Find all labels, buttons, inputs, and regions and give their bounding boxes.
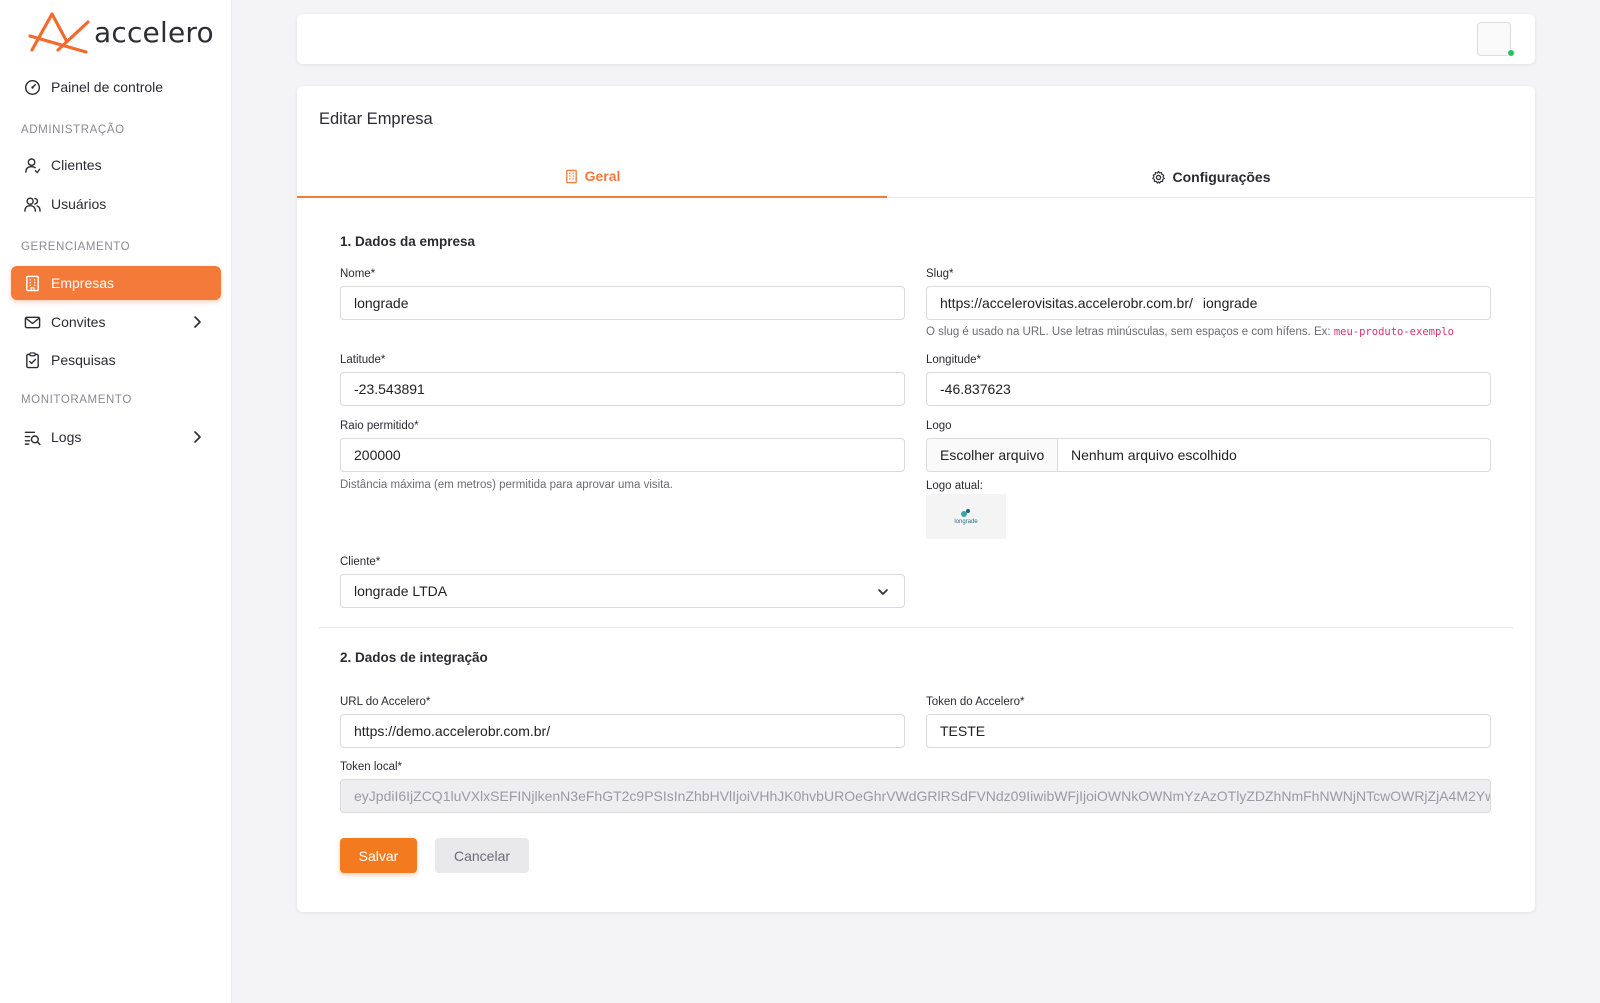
cliente-selected-value: longrade LTDA <box>354 583 448 599</box>
online-status-indicator <box>1507 49 1515 57</box>
chevron-down-icon <box>878 589 888 595</box>
brand-name: accelero <box>94 15 214 49</box>
raio-label: Raio permitido* <box>340 420 419 432</box>
cliente-select[interactable]: longrade LTDA <box>340 574 905 608</box>
page-title: Editar Empresa <box>319 110 433 128</box>
sidebar-item-label: Clientes <box>51 157 102 173</box>
tab-label: Geral <box>584 168 621 184</box>
sidebar-item-convites[interactable]: Convites <box>11 305 221 339</box>
company-logo-text: longrade <box>954 519 978 525</box>
section-title-dados-empresa: 1. Dados da empresa <box>340 234 476 249</box>
sidebar-item-label: Logs <box>51 429 82 445</box>
section-label-monitoramento: MONITORAMENTO <box>21 394 132 406</box>
slug-help-message: O slug é usado na URL. Use letras minúsc… <box>926 326 1331 338</box>
slug-input[interactable]: https://accelerovisitas.accelerobr.com.b… <box>926 286 1491 320</box>
sidebar-item-usuarios[interactable]: Usuários <box>11 187 221 221</box>
gear-icon <box>1152 170 1166 184</box>
latitude-input[interactable]: -23.543891 <box>340 372 905 406</box>
slug-value: iongrade <box>1202 295 1258 311</box>
mail-icon <box>23 313 41 331</box>
sidebar-item-empresas[interactable]: Empresas <box>11 266 221 300</box>
section-divider <box>319 627 1513 628</box>
sidebar-item-logs[interactable]: Logs <box>11 420 221 454</box>
company-logo-mark <box>961 509 970 517</box>
sidebar: accelero Painel de controle ADMINISTRAÇÃ… <box>0 0 232 1003</box>
section-label-gerenciamento: GERENCIAMENTO <box>21 241 131 253</box>
tab-label: Configurações <box>1172 169 1271 185</box>
user-icon <box>23 156 41 174</box>
save-button[interactable]: Salvar <box>340 838 417 873</box>
cliente-label: Cliente* <box>340 556 381 568</box>
sidebar-item-label: Convites <box>51 314 106 330</box>
token-local-input: eyJpdiI6IjZCQ1luVXlxSEFINjlkenN3eFhGT2c9… <box>340 779 1491 813</box>
gauge-icon <box>23 78 41 96</box>
longitude-label: Longitude* <box>926 354 981 366</box>
tab-configuracoes[interactable]: Configurações <box>887 156 1535 198</box>
section-label-administracao: ADMINISTRAÇÃO <box>21 124 125 136</box>
url-accelero-input[interactable]: https://demo.accelerobr.com.br/ <box>340 714 905 748</box>
token-accelero-input[interactable]: TESTE <box>926 714 1491 748</box>
latitude-label: Latitude* <box>340 354 386 366</box>
topbar <box>297 14 1535 64</box>
accelero-logo[interactable]: accelero <box>28 10 214 54</box>
logo-label: Logo <box>926 420 952 432</box>
tab-geral[interactable]: Geral <box>297 156 887 198</box>
current-logo-label: Logo atual: <box>926 480 983 492</box>
longitude-input[interactable]: -46.837623 <box>926 372 1491 406</box>
sidebar-item-clientes[interactable]: Clientes <box>11 148 221 182</box>
user-avatar[interactable] <box>1477 22 1511 56</box>
sidebar-item-label: Usuários <box>51 196 107 212</box>
chevron-right-icon <box>194 431 201 443</box>
raio-help-text: Distância máxima (em metros) permitida p… <box>340 479 673 491</box>
sidebar-item-label: Painel de controle <box>51 79 164 95</box>
nome-input[interactable]: longrade <box>340 286 905 320</box>
sidebar-item-label: Empresas <box>51 275 115 291</box>
building-icon <box>23 274 41 292</box>
log-search-icon <box>23 428 41 446</box>
slug-label: Slug* <box>926 268 954 280</box>
building-icon <box>565 169 577 183</box>
choose-file-button[interactable]: Escolher arquivo <box>927 439 1058 471</box>
sidebar-item-dashboard[interactable]: Painel de controle <box>11 70 221 104</box>
chevron-right-icon <box>194 316 201 328</box>
section-title-dados-integracao: 2. Dados de integração <box>340 650 488 665</box>
token-accelero-label: Token do Accelero* <box>926 696 1025 708</box>
current-logo-image: longrade <box>926 494 1006 539</box>
users-icon <box>23 195 41 213</box>
slug-example: meu-produto-exemplo <box>1333 326 1454 338</box>
logo-file-input[interactable]: Escolher arquivo Nenhum arquivo escolhid… <box>926 438 1491 472</box>
cancel-button[interactable]: Cancelar <box>435 838 529 873</box>
edit-company-card: Editar Empresa Geral Configurações 1. Da… <box>297 86 1535 912</box>
raio-input[interactable]: 200000 <box>340 438 905 472</box>
nome-label: Nome* <box>340 268 376 280</box>
clipboard-check-icon <box>23 351 41 369</box>
slug-help-text: O slug é usado na URL. Use letras minúsc… <box>926 326 1491 338</box>
chosen-file-name: Nenhum arquivo escolhido <box>1071 447 1237 463</box>
tab-bar: Geral Configurações <box>297 156 1535 198</box>
token-local-label: Token local* <box>340 761 403 773</box>
sidebar-item-label: Pesquisas <box>51 352 116 368</box>
sidebar-item-pesquisas[interactable]: Pesquisas <box>11 343 221 377</box>
accelero-logo-mark-icon <box>28 12 90 54</box>
url-accelero-label: URL do Accelero* <box>340 696 431 708</box>
slug-url-prefix: https://accelerovisitas.accelerobr.com.b… <box>940 295 1193 311</box>
